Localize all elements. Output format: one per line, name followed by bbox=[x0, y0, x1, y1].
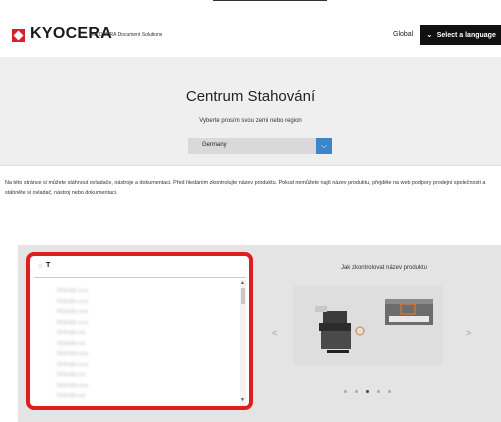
carousel-dot[interactable] bbox=[355, 390, 358, 393]
chevron-down-icon[interactable]: ⌵ bbox=[316, 138, 332, 154]
select-language-label: Select a language bbox=[436, 31, 496, 39]
carousel-dot[interactable] bbox=[388, 390, 391, 393]
search-input-value: T bbox=[46, 262, 51, 269]
carousel-dot[interactable] bbox=[366, 390, 369, 393]
kyocera-logo-icon[interactable] bbox=[12, 29, 25, 42]
carousel-next-button[interactable]: > bbox=[466, 328, 471, 338]
search-result-item[interactable]: TASKalfa xxxx bbox=[56, 383, 88, 389]
carousel-slide-image bbox=[293, 286, 443, 365]
search-result-item[interactable]: TASKalfa xxxx bbox=[56, 288, 88, 294]
chevron-down-icon: ⌄ bbox=[426, 29, 433, 39]
country-select-value: Germany bbox=[202, 142, 227, 148]
search-input[interactable] bbox=[34, 260, 246, 278]
scroll-down-icon[interactable]: ▼ bbox=[240, 397, 245, 403]
intro-text: Na této stránce si můžete stáhnout ovlad… bbox=[5, 180, 486, 196]
carousel-title: Jak zkontrolovat název produktu bbox=[340, 265, 428, 271]
search-result-item[interactable]: TASKalfa xxxx bbox=[56, 351, 88, 357]
global-link[interactable]: Global bbox=[393, 31, 413, 38]
search-result-item[interactable]: TASKalfa xxxx bbox=[56, 320, 88, 326]
search-result-item[interactable]: TASKalfa xxx bbox=[56, 330, 86, 336]
search-result-item[interactable]: TASKalfa xxx bbox=[56, 341, 86, 347]
region-prompt: Vyberte prosím svou zemi nebo region bbox=[199, 118, 302, 124]
search-result-item[interactable]: TASKalfa xxxx bbox=[56, 309, 88, 315]
page-title: Centrum Stahování bbox=[185, 88, 316, 105]
search-result-item[interactable]: TASKalfa xxxx bbox=[56, 299, 88, 305]
search-result-item[interactable]: TASKalfa xxxx bbox=[56, 362, 88, 368]
top-rule bbox=[213, 0, 327, 1]
carousel-dot[interactable] bbox=[344, 390, 347, 393]
search-result-item[interactable]: TASKalfa xxx bbox=[56, 393, 86, 399]
section-divider bbox=[0, 165, 501, 166]
scrollbar-thumb[interactable] bbox=[241, 288, 245, 304]
search-result-item[interactable]: TASKalfa xxx bbox=[56, 372, 86, 378]
carousel-dot[interactable] bbox=[377, 390, 380, 393]
logo-subtitle: KYOCERA Document Solutions bbox=[92, 32, 163, 38]
carousel-prev-button[interactable]: < bbox=[272, 328, 277, 338]
printer-illustration bbox=[293, 286, 443, 365]
select-language-button[interactable]: ⌄ Select a language bbox=[420, 25, 501, 45]
search-results-list[interactable]: TASKalfa xxxx TASKalfa xxxx TASKalfa xxxx T… bbox=[34, 280, 246, 406]
scroll-up-icon[interactable]: ▲ bbox=[240, 280, 245, 286]
search-icon: ○ bbox=[38, 263, 43, 270]
